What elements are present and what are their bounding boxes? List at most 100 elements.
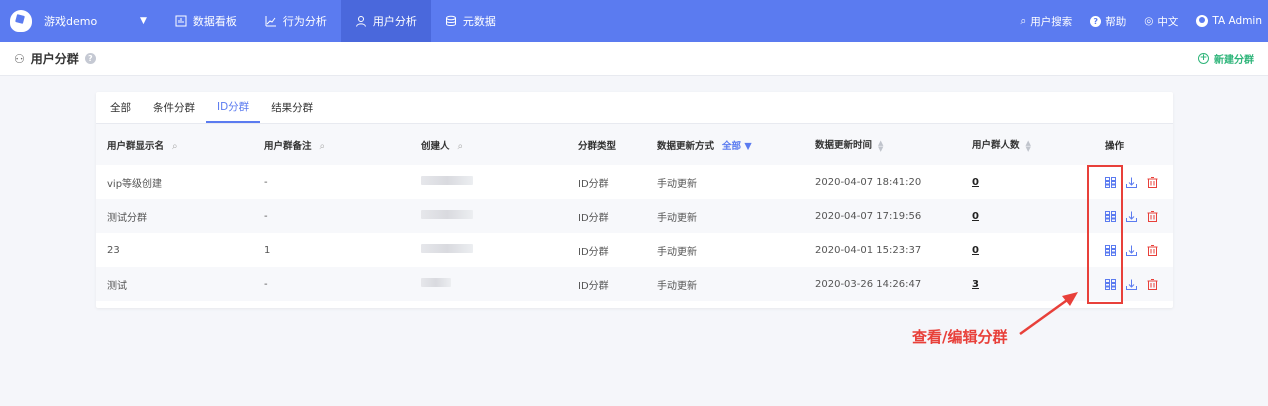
cell-mode: 手动更新: [657, 280, 697, 292]
cell-type: ID分群: [578, 178, 609, 190]
user-icon: [355, 15, 367, 27]
new-segment-button[interactable]: + 新建分群: [1198, 51, 1254, 66]
nav-metadata-label: 元数据: [462, 15, 496, 28]
search-icon[interactable]: ⌕: [320, 141, 326, 152]
cell-type: ID分群: [578, 246, 609, 258]
plus-icon: +: [1198, 53, 1209, 64]
delete-icon[interactable]: [1147, 176, 1158, 188]
col-name: 用户群显示名 ⌕: [96, 124, 253, 165]
cell-note: -: [264, 210, 268, 222]
help-label: 帮助: [1105, 15, 1127, 28]
col-creator-label: 创建人: [421, 140, 450, 152]
cell-creator: [410, 233, 567, 267]
download-icon[interactable]: [1126, 245, 1137, 256]
col-note-label: 用户群备注: [264, 140, 312, 152]
segment-list-card: 全部 条件分群 ID分群 结果分群 用户群显示名 ⌕ 用户群备注 ⌕ 创建人 ⌕ 分群…: [96, 92, 1173, 308]
col-count: 用户群人数 ▲ ▼: [961, 124, 1094, 165]
download-icon[interactable]: [1126, 279, 1137, 290]
highlight-box: [1087, 165, 1123, 304]
table-row: 23 1 ID分群 手动更新 2020-04-01 15:23:37 0: [96, 233, 1173, 267]
col-update-time: 数据更新时间 ▲ ▼: [804, 124, 961, 165]
cell-creator: [410, 165, 567, 199]
tab-condition[interactable]: 条件分群: [142, 92, 206, 123]
user-search-label: 用户搜索: [1030, 15, 1073, 28]
avatar: [1196, 15, 1209, 27]
update-mode-filter[interactable]: 全部 ▼: [722, 141, 752, 152]
cell-name: vip等级创建: [107, 178, 163, 190]
sort-icon[interactable]: ▲ ▼: [878, 139, 883, 152]
nav-behavior-label: 行为分析: [282, 15, 327, 28]
cell-name: 测试: [107, 280, 127, 292]
account-menu[interactable]: TA Admin: [1196, 15, 1262, 27]
download-icon[interactable]: [1126, 177, 1137, 188]
redacted-creator: [421, 210, 473, 219]
cell-count[interactable]: 0: [961, 233, 1094, 267]
delete-icon[interactable]: [1147, 210, 1158, 222]
cell-mode: 手动更新: [657, 246, 697, 258]
page-title: 用户分群: [30, 52, 79, 66]
caret-down-icon[interactable]: ▼: [140, 16, 147, 26]
table-header-row: 用户群显示名 ⌕ 用户群备注 ⌕ 创建人 ⌕ 分群类型 数据更新方式 全部 ▼ 数据更新…: [96, 124, 1173, 165]
account-name: TA Admin: [1212, 15, 1262, 27]
cell-creator: [410, 267, 567, 301]
cell-note: 1: [264, 244, 271, 256]
search-icon[interactable]: ⌕: [172, 141, 178, 152]
annotation-label: 查看/编辑分群: [912, 328, 1008, 346]
table-row: vip等级创建 - ID分群 手动更新 2020-04-07 18:41:20 …: [96, 165, 1173, 199]
cell-mode: 手动更新: [657, 212, 697, 224]
table-row: 测试 - ID分群 手动更新 2020-03-26 14:26:47 3: [96, 267, 1173, 301]
user-group-icon: ⚇: [14, 51, 25, 66]
dashboard-icon: [175, 15, 187, 27]
cell-count[interactable]: 3: [961, 267, 1094, 301]
col-update-mode-label: 数据更新方式: [657, 140, 715, 152]
top-nav-bar: 游戏demo ▼ 数据看板 行为分析 用户分析 元数据 ⌕ 用户搜索 ? 帮助 …: [0, 0, 1268, 42]
nav-metadata[interactable]: 元数据: [431, 0, 510, 42]
nav-dashboard[interactable]: 数据看板: [161, 0, 251, 42]
download-icon[interactable]: [1126, 211, 1137, 222]
col-count-label: 用户群人数: [972, 140, 1020, 152]
col-update-mode: 数据更新方式 全部 ▼: [646, 124, 804, 165]
trend-icon: [265, 15, 277, 27]
cell-time: 2020-04-01 15:23:37: [815, 244, 922, 256]
cell-type: ID分群: [578, 280, 609, 292]
cell-time: 2020-04-07 18:41:20: [815, 176, 922, 188]
nav-user-analysis[interactable]: 用户分析: [340, 0, 431, 42]
cell-time: 2020-04-07 17:19:56: [815, 210, 922, 222]
tab-all[interactable]: 全部: [99, 92, 142, 123]
cell-time: 2020-03-26 14:26:47: [815, 278, 922, 290]
tab-id[interactable]: ID分群: [206, 92, 261, 123]
logo-icon[interactable]: [10, 10, 32, 32]
update-mode-filter-label: 全部: [722, 140, 742, 152]
redacted-creator: [421, 278, 451, 287]
language-switch[interactable]: ◎ 中文: [1144, 14, 1178, 29]
delete-icon[interactable]: [1147, 244, 1158, 256]
language-icon: ◎: [1144, 15, 1154, 27]
help-link[interactable]: ? 帮助: [1090, 14, 1126, 29]
cell-creator: [410, 199, 567, 233]
cell-type: ID分群: [578, 212, 609, 224]
page-header: ⚇ 用户分群 ? + 新建分群: [0, 42, 1268, 76]
new-segment-label: 新建分群: [1214, 55, 1254, 66]
user-search-link[interactable]: ⌕ 用户搜索: [1020, 14, 1072, 29]
col-update-time-label: 数据更新时间: [815, 140, 873, 152]
nav-behavior[interactable]: 行为分析: [251, 0, 341, 42]
language-label: 中文: [1157, 15, 1179, 28]
col-note: 用户群备注 ⌕: [253, 124, 410, 165]
col-ops: 操作: [1105, 140, 1125, 152]
search-icon[interactable]: ⌕: [458, 141, 464, 152]
search-icon: ⌕: [1020, 14, 1027, 27]
cell-count[interactable]: 0: [961, 199, 1094, 233]
database-icon: [445, 15, 457, 27]
tab-result[interactable]: 结果分群: [260, 92, 324, 123]
question-icon[interactable]: ?: [84, 53, 96, 64]
cell-count[interactable]: 0: [961, 165, 1094, 199]
col-type: 分群类型: [578, 140, 617, 152]
redacted-creator: [421, 176, 473, 185]
delete-icon[interactable]: [1147, 278, 1158, 290]
sort-icon[interactable]: ▲ ▼: [1026, 139, 1031, 152]
project-name[interactable]: 游戏demo: [44, 13, 140, 29]
cell-name: 测试分群: [107, 212, 147, 224]
caret-down-icon: ▼: [744, 140, 752, 152]
redacted-creator: [421, 244, 473, 253]
segment-type-tabs: 全部 条件分群 ID分群 结果分群: [96, 92, 1173, 124]
